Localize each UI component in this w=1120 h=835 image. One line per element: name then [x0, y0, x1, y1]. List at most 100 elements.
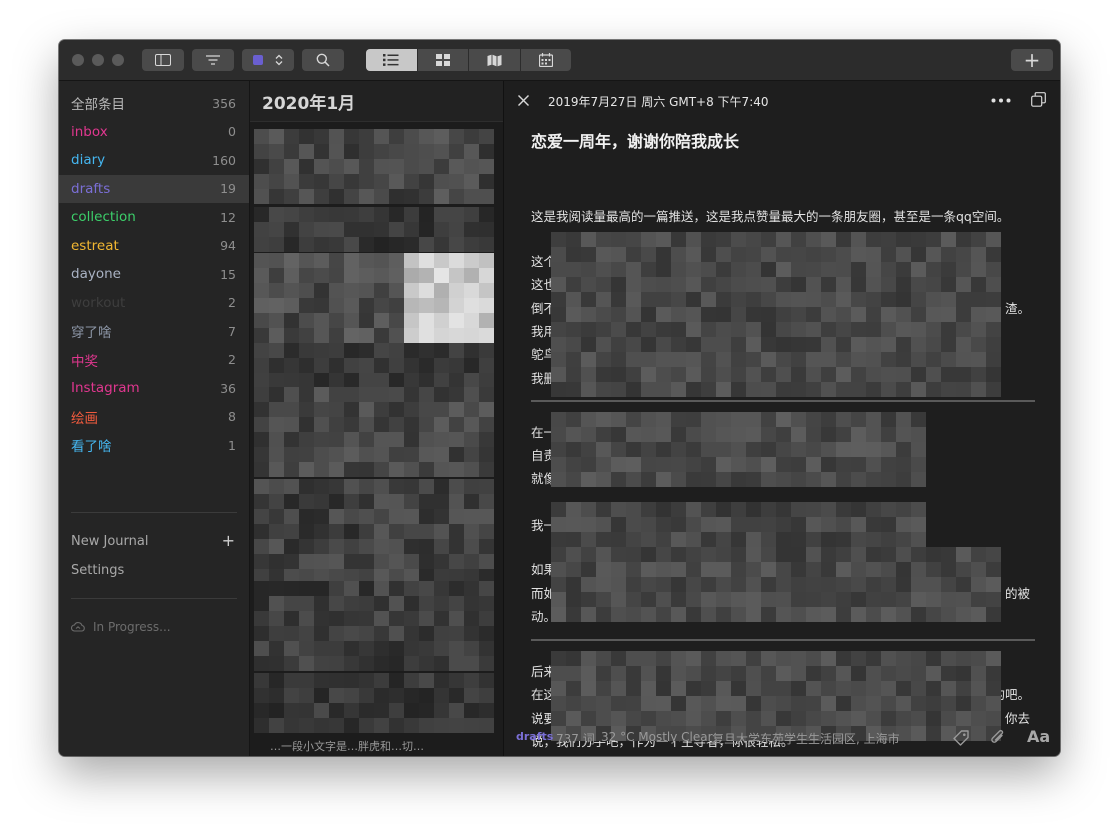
mosaic-cell — [314, 581, 329, 596]
close-window-button[interactable] — [72, 54, 84, 66]
entry-title[interactable]: 恋爱一周年，谢谢你陪我成长 — [531, 128, 739, 152]
mosaic-cell — [611, 696, 626, 711]
mosaic-cell — [956, 696, 971, 711]
mosaic-cell — [866, 651, 881, 666]
mosaic-cell — [836, 666, 851, 681]
mosaic-cell — [821, 427, 836, 442]
sidebar-item-7[interactable]: workout 2 — [59, 289, 249, 317]
mosaic-cell — [896, 427, 911, 442]
map-view-button[interactable] — [469, 49, 521, 71]
attachment-icon[interactable] — [990, 729, 1006, 747]
zoom-window-button[interactable] — [112, 54, 124, 66]
sidebar-item-8[interactable]: 穿了啥 7 — [59, 317, 249, 345]
toggle-sidebar-button[interactable] — [142, 49, 184, 71]
mosaic-cell — [821, 517, 836, 532]
sidebar-item-4[interactable]: collection 12 — [59, 203, 249, 231]
duplicate-icon[interactable] — [1031, 92, 1046, 107]
mosaic-cell — [776, 412, 791, 427]
mosaic-cell — [836, 382, 851, 397]
mosaic-cell — [269, 641, 284, 656]
mosaic-cell — [971, 262, 986, 277]
mosaic-cell — [686, 562, 701, 577]
mosaic-cell — [881, 547, 896, 562]
mosaic-cell — [374, 313, 389, 328]
settings-link[interactable]: Settings — [71, 563, 124, 578]
minimize-window-button[interactable] — [92, 54, 104, 66]
font-settings-button[interactable]: Aa — [1027, 727, 1050, 746]
grid-view-button[interactable] — [418, 49, 469, 71]
mosaic-cell — [911, 532, 926, 547]
sidebar-item-2[interactable]: diary 160 — [59, 146, 249, 174]
mosaic-cell — [596, 232, 611, 247]
mosaic-cell — [284, 554, 299, 569]
search-button[interactable] — [302, 49, 344, 71]
mosaic-cell — [389, 596, 404, 611]
entry-list[interactable]: 2020年1月 …一段小文字是…胖虎和…切… — [250, 81, 504, 756]
mosaic-cell — [851, 502, 866, 517]
mosaic-cell — [566, 592, 581, 607]
mosaic-cell — [806, 367, 821, 382]
sidebar-item-12[interactable]: 看了啥 1 — [59, 431, 249, 459]
mosaic-cell — [611, 367, 626, 382]
sidebar-item-6[interactable]: dayone 15 — [59, 260, 249, 288]
tag-icon[interactable] — [952, 729, 970, 747]
mosaic-cell — [656, 607, 671, 622]
mosaic-cell — [926, 696, 941, 711]
mosaic-cell — [791, 532, 806, 547]
mosaic-cell — [866, 696, 881, 711]
sidebar-item-0[interactable]: 全部条目 356 — [59, 89, 249, 117]
filter-button[interactable] — [192, 49, 234, 71]
sidebar-item-3[interactable]: drafts 19 — [59, 174, 249, 203]
mosaic-cell — [731, 457, 746, 472]
mosaic-cell — [449, 718, 464, 733]
mosaic-cell — [374, 596, 389, 611]
journal-tag[interactable]: drafts — [516, 730, 553, 743]
new-journal-row[interactable]: New Journal + — [71, 531, 237, 550]
mosaic-cell — [254, 554, 269, 569]
sidebar-item-5[interactable]: estreat 94 — [59, 232, 249, 260]
mosaic-cell — [761, 412, 776, 427]
mosaic-cell — [596, 352, 611, 367]
mosaic-cell — [299, 207, 314, 222]
mosaic-cell — [656, 577, 671, 592]
calendar-view-button[interactable] — [521, 49, 572, 71]
mosaic-cell — [479, 298, 494, 313]
mosaic-cell — [449, 373, 464, 388]
mosaic-cell — [464, 524, 479, 539]
mosaic-cell — [464, 718, 479, 733]
location[interactable]: 复旦大学东苑学生生活园区, 上海市 — [712, 730, 900, 747]
entry-datetime[interactable]: 2019年7月27日 周六 GMT+8 下午7:40 — [548, 93, 769, 110]
month-header: 2020年1月 — [250, 81, 503, 122]
mosaic-cell — [686, 352, 701, 367]
mosaic-cell — [404, 703, 419, 718]
sidebar-item-1[interactable]: inbox 0 — [59, 118, 249, 146]
mosaic-cell — [359, 447, 374, 462]
add-journal-icon[interactable]: + — [222, 531, 235, 550]
mosaic-cell — [836, 277, 851, 292]
sidebar-item-11[interactable]: 绘画 8 — [59, 403, 249, 431]
mosaic-cell — [656, 442, 671, 457]
sidebar-item-10[interactable]: Instagram 36 — [59, 374, 249, 402]
mosaic-cell — [269, 343, 284, 358]
more-options-icon[interactable] — [991, 98, 1011, 103]
mosaic-cell — [716, 592, 731, 607]
month-title: 2020年1月 — [262, 94, 356, 114]
mosaic-cell — [716, 562, 731, 577]
mosaic-cell — [626, 502, 641, 517]
journal-selector[interactable] — [242, 49, 294, 71]
mosaic-cell — [746, 666, 761, 681]
mosaic-cell — [881, 502, 896, 517]
close-icon[interactable] — [518, 95, 529, 106]
sidebar-item-9[interactable]: 中奖 2 — [59, 346, 249, 374]
mosaic-cell — [389, 159, 404, 174]
mosaic-cell — [449, 539, 464, 554]
mosaic-cell — [434, 447, 449, 462]
new-entry-button[interactable]: + — [1011, 48, 1053, 72]
mosaic-cell — [389, 673, 404, 688]
mosaic-cell — [866, 337, 881, 352]
list-view-button[interactable] — [366, 49, 418, 71]
mosaic-cell — [389, 253, 404, 268]
mosaic-cell — [776, 502, 791, 517]
mosaic-cell — [464, 539, 479, 554]
mosaic-cell — [671, 607, 686, 622]
